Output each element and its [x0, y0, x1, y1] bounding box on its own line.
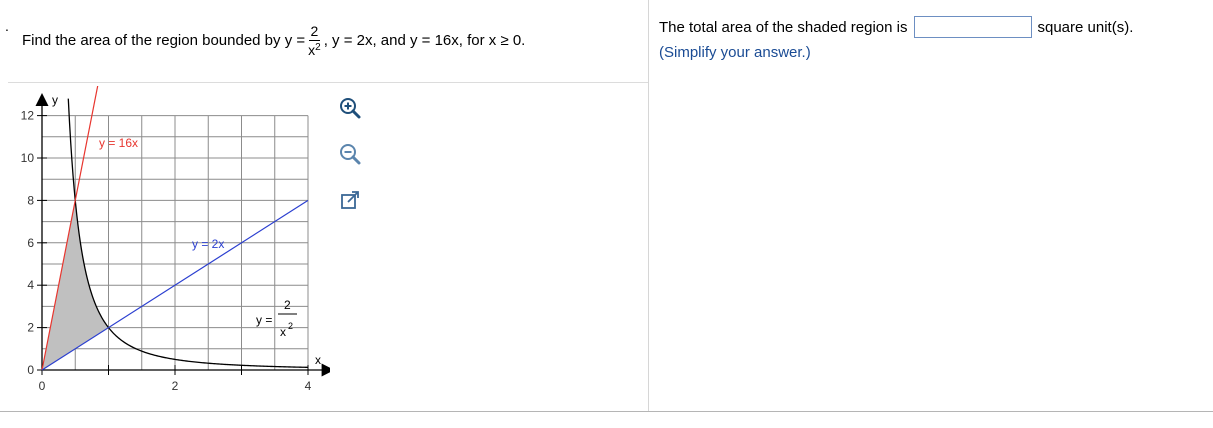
x-tick-label: 0: [39, 379, 46, 393]
popout-icon: [341, 191, 359, 209]
label-line-16x: y = 16x: [99, 136, 138, 150]
y-axis-label: y: [52, 93, 58, 107]
question-frac-num: 2: [308, 22, 321, 41]
simplify-hint: (Simplify your answer.): [659, 44, 811, 61]
answer-input[interactable]: [913, 16, 1032, 38]
popout-button[interactable]: [337, 187, 363, 213]
y-tick-label: 0: [27, 363, 34, 377]
label-line-2x: y = 2x: [192, 237, 224, 251]
question-frac-den: x2: [308, 41, 321, 57]
zoom-in-icon: [340, 98, 361, 119]
x-axis-label: x: [315, 353, 321, 367]
label-hyperbola-prefix: y =: [256, 313, 272, 327]
y-tick-label: 2: [27, 321, 34, 335]
question-pane: Find the area of the region bounded by y…: [0, 0, 648, 412]
label-hyperbola-exp: 2: [288, 321, 293, 331]
question-frac-den-exp: 2: [315, 41, 321, 53]
question-text: Find the area of the region bounded by y…: [22, 18, 525, 62]
label-hyperbola-num: 2: [284, 298, 291, 312]
answer-suffix: square unit(s).: [1037, 18, 1134, 36]
y-tick-label: 8: [27, 193, 34, 207]
y-tick-label: 4: [27, 278, 34, 292]
question-divider: [8, 82, 648, 83]
zoom-in-button[interactable]: [337, 95, 363, 121]
zoom-out-button[interactable]: [337, 141, 363, 167]
y-tick-label: 12: [21, 109, 35, 123]
question-prefix: Find the area of the region bounded by y…: [22, 31, 306, 49]
bottom-divider: [0, 411, 1213, 412]
answer-pane: The total area of the shaded region is s…: [649, 0, 1213, 412]
y-tick-label: 6: [27, 236, 34, 250]
question-suffix: , y = 2x, and y = 16x, for x ≥ 0.: [323, 31, 526, 49]
question-fraction: 2 x2: [308, 24, 321, 57]
answer-prefix: The total area of the shaded region is: [659, 18, 908, 36]
region-graph: y = 16x y = 2x y = 2 x 2 y x 0 2 4 6 8 10 12 0 2…: [21, 86, 330, 393]
answer-line: The total area of the shaded region is s…: [659, 16, 1133, 38]
zoom-out-icon: [340, 144, 361, 165]
x-tick-label: 4: [305, 379, 312, 393]
y-tick-label: 10: [21, 151, 35, 165]
label-hyperbola-den: x: [280, 325, 286, 339]
x-tick-label: 2: [172, 379, 179, 393]
